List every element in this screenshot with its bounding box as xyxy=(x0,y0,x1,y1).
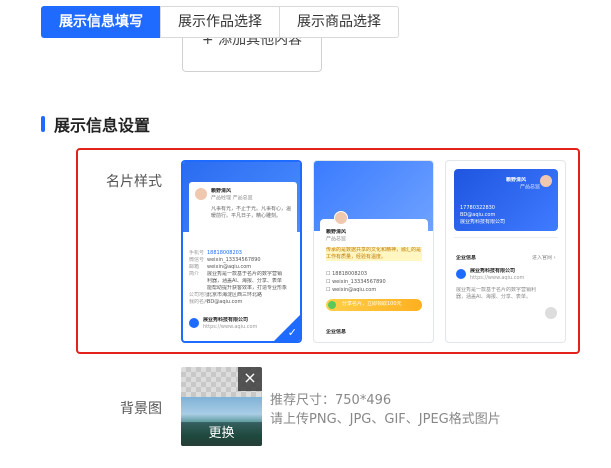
template-footer: 企业信息 xyxy=(326,329,347,335)
background-label: 背景图 xyxy=(120,401,162,417)
card-template-3[interactable]: 赖野清风 产品总监 17780322830 BD@aqiu.com 展业秀科技有… xyxy=(445,160,566,343)
template-row: 微信号 weixin_13334567890 xyxy=(189,257,297,264)
background-thumbnail: × 更换 xyxy=(181,367,262,446)
template-contact: ☐ weixin_13334567890 xyxy=(326,279,386,286)
section-title-text: 展示信息设置 xyxy=(54,116,151,135)
row-key: 邮箱 xyxy=(189,264,200,270)
template-row: 公司地址北京市海淀区西三环北路 xyxy=(189,292,297,299)
template-row: 利器，涵盖AI、海报、分享、表单 xyxy=(189,278,297,285)
contact-value: 17780322830 xyxy=(460,205,495,211)
avatar xyxy=(540,175,552,187)
template-row: 邮箱 weixin@aqiu.com xyxy=(189,264,297,271)
change-background-button[interactable]: 更换 xyxy=(181,422,262,446)
template-name: 赖野清风 xyxy=(326,229,347,235)
contact-value: 18818008203 xyxy=(332,271,368,277)
template-site: https://www.aqiu.com xyxy=(203,324,258,330)
contact-value: weixin_13334567890 xyxy=(332,279,386,285)
template-company: 展业秀科技有限公司 xyxy=(203,317,249,323)
row-key: 微信号 xyxy=(189,257,205,263)
promo-banner: 分享名片，立即领取100元 xyxy=(326,299,422,311)
row-value: 展业秀是一款基于名片的数字营销 xyxy=(207,271,283,277)
template-more: 进入官网 › xyxy=(532,255,556,261)
section-title: 展示信息设置 xyxy=(41,114,151,135)
template-desc: 展业秀是一款基于名片的数字营销利器，涵盖AI、海报、分享、表单。 xyxy=(456,287,537,300)
template-card: 赖野清风 产品经理 产品总监 凡事有光，不止于光。凡事有心，温暖前行。平凡日子，… xyxy=(189,182,297,246)
side-avatar-icon xyxy=(545,307,557,319)
card-template-2[interactable]: 赖野清风 产品总监 传承的是数据共享的文化和精神，融汇的是工作有质量，经验有温度… xyxy=(313,160,434,343)
template-contact: ☐ weixin@aqiu.com xyxy=(326,287,376,294)
contact-value: BD@aqiu.com xyxy=(460,212,496,218)
template-contact: ☐ 18818008203 xyxy=(326,271,367,278)
company-logo-icon xyxy=(189,318,199,328)
size-hint: 推荐尺寸：750*496 xyxy=(270,393,392,408)
template-role: 产品总监 xyxy=(520,184,541,190)
row-key: 手机号 xyxy=(189,250,205,256)
row-value: 能帮助提升获客效率，打造专业形象 xyxy=(207,285,288,291)
section-accent-bar xyxy=(41,116,45,132)
company-logo-icon xyxy=(456,269,466,279)
template-role: 产品经理 产品总监 xyxy=(211,195,253,201)
check-icon: ✓ xyxy=(287,326,297,339)
row-key: 我的名片 xyxy=(189,299,210,305)
remove-background-button[interactable]: × xyxy=(238,367,262,391)
avatar xyxy=(195,188,207,200)
row-value: 北京市海淀区西三环北路 xyxy=(207,292,263,298)
gift-icon xyxy=(328,301,336,309)
template-quote: 传承的是数据共享的文化和精神，融汇的是工作有质量，经验有温度。 xyxy=(326,247,422,261)
template-section: 企业信息 xyxy=(456,255,477,261)
row-value: 18818008203 xyxy=(207,250,242,256)
row-value: weixin_13334567890 xyxy=(207,257,261,263)
template-name: 赖野清风 xyxy=(211,188,232,194)
format-hint: 请上传PNG、JPG、GIF、JPEG格式图片 xyxy=(270,412,501,427)
template-row: 能帮助提升获客效率，打造专业形象 xyxy=(189,285,297,292)
promo-text: 分享名片，立即领取100元 xyxy=(342,301,402,307)
avatar xyxy=(334,211,348,225)
card-template-1[interactable]: 赖野清风 产品经理 产品总监 凡事有光，不止于光。凡事有心，温暖前行。平凡日子，… xyxy=(181,160,302,343)
template-company: 展业秀科技有限公司 xyxy=(470,268,516,274)
divider xyxy=(454,237,558,238)
tab-bar: 展示信息填写 展示作品选择 展示商品选择 xyxy=(41,6,399,38)
template-rows: 手机号 18818008203 微信号 weixin_13334567890 邮箱 w… xyxy=(189,250,297,306)
tab-products-select[interactable]: 展示商品选择 xyxy=(279,6,399,38)
template-row: 手机号 18818008203 xyxy=(189,250,297,257)
row-value: weixin@aqiu.com xyxy=(207,264,252,270)
template-row: 简介 展业秀是一款基于名片的数字营销 xyxy=(189,271,297,278)
template-name: 赖野清风 xyxy=(506,177,527,183)
row-key: 公司地址 xyxy=(189,292,210,298)
add-other-content-button[interactable]: + 添加其他内容 xyxy=(182,38,322,72)
template-role: 产品总监 xyxy=(326,236,347,242)
row-value: BD@aqiu.com xyxy=(207,299,243,305)
template-intro: 凡事有光，不止于光。凡事有心，温暖前行。平凡日子，精心雕刻。 xyxy=(211,206,291,219)
row-value: 利器，涵盖AI、海报、分享、表单 xyxy=(207,278,282,284)
card-style-label: 名片样式 xyxy=(106,174,162,190)
template-card: 赖野清风 产品总监 17780322830 BD@aqiu.com 展业秀科技有… xyxy=(454,169,558,231)
contact-value: 展业秀科技有限公司 xyxy=(460,219,506,225)
tab-info-fill[interactable]: 展示信息填写 xyxy=(41,6,161,38)
template-site: https://www.aqiu.com xyxy=(470,275,525,281)
row-key: 简介 xyxy=(189,271,200,277)
tab-works-select[interactable]: 展示作品选择 xyxy=(160,6,280,38)
contact-value: weixin@aqiu.com xyxy=(332,287,377,293)
template-card: 赖野清风 产品总监 传承的是数据共享的文化和精神，融汇的是工作有质量，经验有温度… xyxy=(320,211,428,337)
add-other-content-label: + 添加其他内容 xyxy=(201,38,303,48)
template-row: 我的名片BD@aqiu.com xyxy=(189,299,297,306)
